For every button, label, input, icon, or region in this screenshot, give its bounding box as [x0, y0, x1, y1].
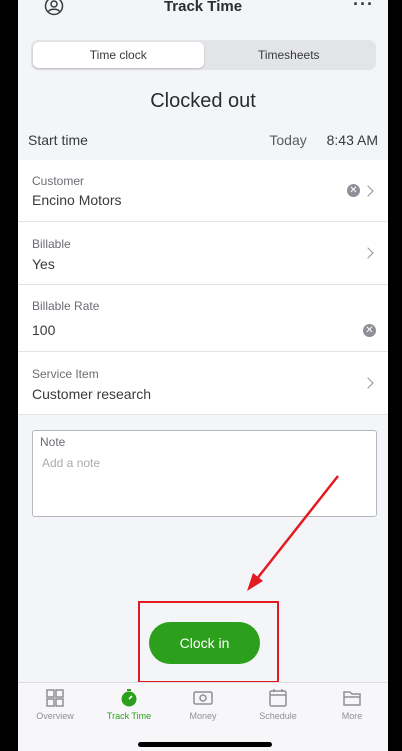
clear-customer-icon[interactable]: ✕: [347, 184, 360, 197]
tab-money[interactable]: Money: [168, 689, 238, 721]
service-item-label: Service Item: [32, 367, 99, 381]
customer-label: Customer: [32, 174, 85, 188]
folder-icon: [343, 691, 361, 706]
note-placeholder: Add a note: [42, 456, 101, 470]
nav-header: Track Time ···: [18, 0, 388, 26]
more-options-button[interactable]: ···: [353, 0, 374, 15]
tab-overview[interactable]: Overview: [20, 689, 90, 721]
note-field[interactable]: Note Add a note: [32, 430, 377, 517]
start-time-day: Today: [269, 132, 307, 148]
tab-more-label: More: [341, 711, 363, 721]
chevron-right-icon: [362, 185, 374, 197]
billable-label: Billable: [32, 237, 71, 251]
service-item-value: Customer research: [32, 386, 152, 402]
bottom-tab-bar: Overview Track Time Money Schedule More: [18, 682, 388, 751]
start-time-value: Today 8:43 AM: [269, 132, 378, 148]
billable-rate-field[interactable]: Billable Rate 100 ✕: [18, 285, 388, 352]
tab-money-label: Money: [189, 711, 217, 721]
billable-field[interactable]: Billable Yes: [18, 222, 388, 285]
chevron-right-icon: [362, 247, 374, 259]
billable-rate-value[interactable]: 100: [32, 322, 55, 338]
screen: Track Time ··· Time clock Timesheets Clo…: [18, 0, 388, 751]
start-time-row[interactable]: Start time Today 8:43 AM: [28, 132, 378, 148]
stopwatch-icon: [121, 689, 137, 707]
tab-timesheets[interactable]: Timesheets: [204, 42, 375, 68]
clear-rate-icon[interactable]: ✕: [363, 324, 376, 337]
calendar-icon: [269, 689, 287, 707]
tab-track-time[interactable]: Track Time: [94, 689, 164, 721]
page-title: Track Time: [163, 0, 243, 15]
device-bezel-left: [0, 0, 18, 751]
view-switcher: Time clock Timesheets: [31, 40, 376, 70]
tab-time-clock[interactable]: Time clock: [33, 42, 204, 68]
service-item-field[interactable]: Service Item Customer research: [18, 352, 388, 415]
tab-more[interactable]: More: [317, 689, 387, 721]
overview-icon: [46, 689, 64, 707]
start-time-label: Start time: [28, 132, 88, 148]
tab-schedule-label: Schedule: [259, 711, 297, 721]
tab-track-time-label: Track Time: [106, 711, 152, 721]
tab-schedule[interactable]: Schedule: [243, 689, 313, 721]
tab-overview-label: Overview: [36, 711, 74, 721]
device-bezel-right: [388, 0, 402, 751]
money-icon: [193, 691, 213, 705]
time-entry-fields: Customer Encino Motors ✕ Billable Yes Bi…: [18, 160, 388, 415]
clock-in-button[interactable]: Clock in: [149, 622, 260, 664]
billable-rate-label: Billable Rate: [32, 299, 100, 313]
customer-field[interactable]: Customer Encino Motors ✕: [18, 160, 388, 222]
home-indicator: [138, 742, 272, 747]
billable-value: Yes: [32, 256, 55, 272]
clock-status: Clocked out: [150, 90, 256, 112]
start-time-clock: 8:43 AM: [326, 132, 378, 148]
chevron-right-icon: [362, 377, 374, 389]
note-label: Note: [40, 435, 66, 449]
customer-value: Encino Motors: [32, 192, 122, 208]
